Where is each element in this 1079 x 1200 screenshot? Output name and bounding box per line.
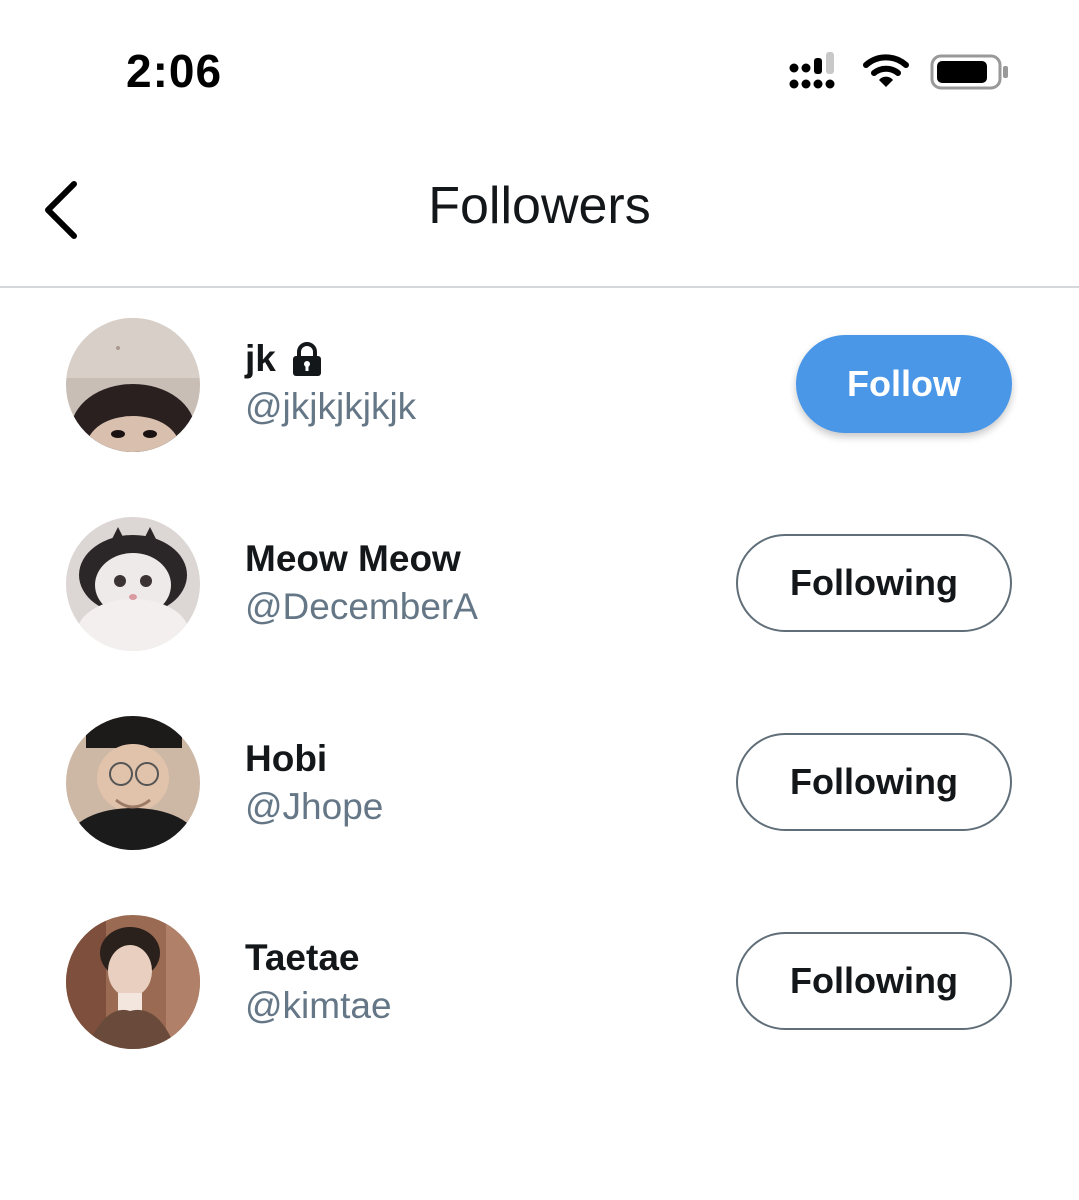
cellular-signal-icon [789, 52, 835, 89]
display-name: Meow Meow [245, 538, 461, 579]
avatar[interactable] [66, 716, 200, 850]
display-name: Hobi [245, 738, 328, 779]
list-item[interactable]: Taetae @kimtae Following [0, 887, 1079, 1087]
page-title: Followers [428, 177, 651, 235]
user-handle: @kimtae [245, 985, 392, 1026]
display-name: jk [245, 336, 416, 382]
display-name-text: jk [245, 338, 276, 379]
list-item[interactable]: Meow Meow @DecemberA Following [0, 488, 1079, 688]
user-info: Meow Meow @DecemberA [245, 536, 478, 630]
follow-button[interactable]: Follow [796, 335, 1012, 433]
avatar[interactable] [66, 318, 200, 452]
avatar[interactable] [66, 915, 200, 1049]
user-handle: @DecemberA [245, 586, 478, 627]
user-handle: @jkjkjkjkjk [245, 386, 417, 427]
following-button[interactable]: Following [736, 534, 1012, 632]
user-info: Taetae @kimtae [245, 935, 392, 1029]
user-handle: @Jhope [245, 786, 384, 827]
status-time: 2:06 [126, 45, 223, 97]
lock-icon [292, 342, 321, 376]
user-info: Hobi @Jhope [245, 736, 383, 830]
avatar[interactable] [66, 517, 200, 651]
status-bar: 2:06 [0, 0, 1079, 140]
user-info: jk @jkjkjkjkjk [245, 336, 416, 430]
following-button[interactable]: Following [736, 733, 1012, 831]
nav-header: Followers [0, 140, 1079, 288]
wifi-icon [863, 54, 909, 87]
battery-icon [930, 54, 1008, 90]
list-item[interactable]: Hobi @Jhope Following [0, 688, 1079, 888]
following-button[interactable]: Following [736, 932, 1012, 1030]
list-item[interactable]: jk @jkjkjkjkjk Follow [0, 288, 1079, 488]
display-name: Taetae [245, 937, 360, 978]
